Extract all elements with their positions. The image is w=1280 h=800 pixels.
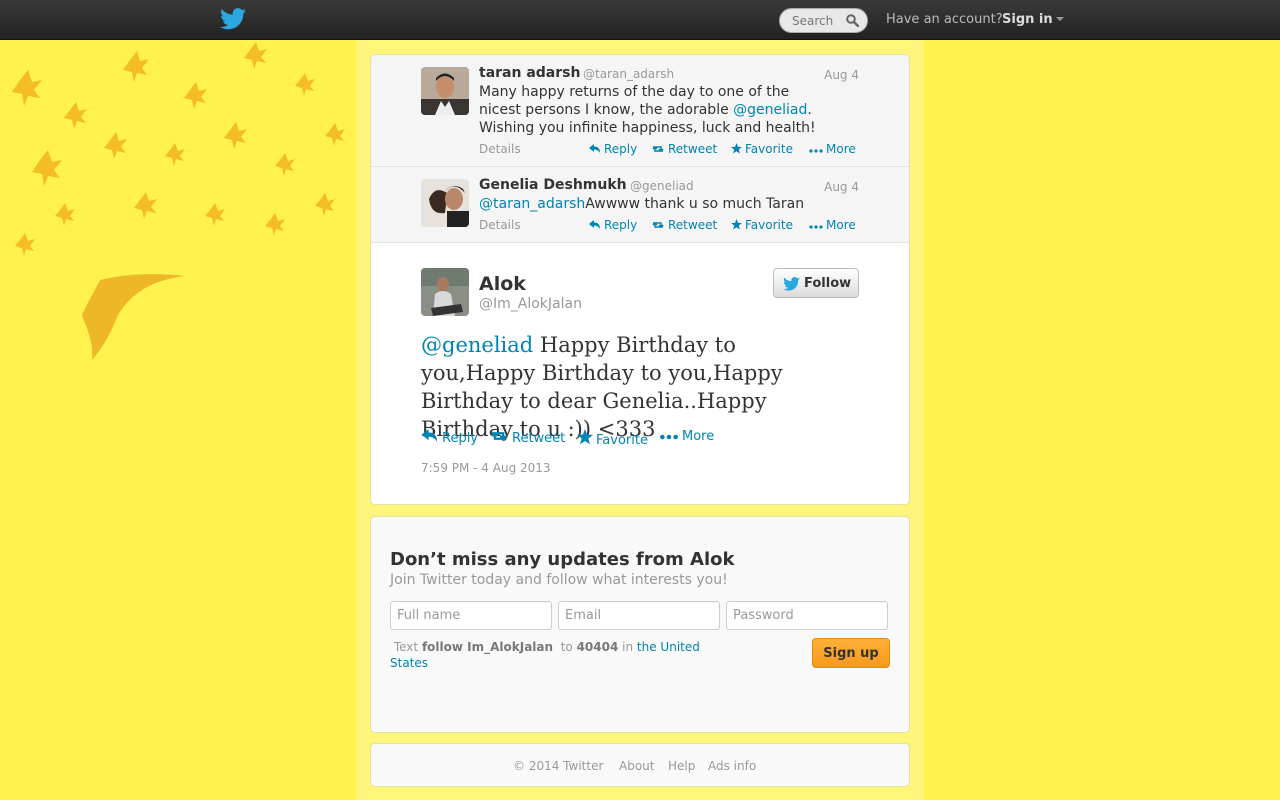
avatar-taran-adarsh[interactable] — [421, 67, 469, 115]
signup-subtitle: Join Twitter today and follow what inter… — [390, 572, 728, 588]
more-label: More — [826, 218, 856, 232]
favorite-button[interactable]: Favorite — [731, 218, 793, 232]
star-icon — [731, 143, 742, 154]
reply-icon — [589, 144, 600, 153]
footer-ads-info-link[interactable]: Ads info — [708, 759, 756, 773]
permalink-tweet: Alok @Im_AlokJalan Follow @geneliad Happ… — [371, 243, 909, 504]
sign-in-label: Sign in — [1002, 12, 1053, 27]
caret-down-icon — [1055, 17, 1064, 21]
reply-button[interactable]: Reply — [589, 142, 637, 156]
star-icon — [577, 429, 593, 445]
password-field[interactable]: Password — [726, 601, 888, 630]
tweet-text: Many happy returns of the day to one of … — [479, 83, 829, 137]
tweet-text: @taran_adarshAwwww thank u so much Taran — [479, 195, 879, 213]
reply-icon — [589, 220, 600, 229]
retweet-button[interactable]: Retweet — [651, 142, 717, 156]
more-button[interactable]: More — [809, 142, 856, 156]
more-label: More — [682, 429, 715, 444]
sms-follow-instructions: Text follow Im_AlokJalan to 40404 in the… — [390, 639, 720, 671]
retweet-icon — [652, 222, 664, 228]
tweet-text-part: Awwww thank u so much Taran — [585, 196, 805, 212]
avatar-genelia-deshmukh[interactable] — [421, 179, 469, 227]
reply-label: Reply — [604, 142, 638, 156]
tweet-conversation-panel: taran adarsh @taran_adarsh Aug 4 Many ha… — [370, 54, 910, 505]
favorite-button[interactable]: Favorite — [731, 142, 793, 156]
tweet-text: @geneliad Happy Birthday to you,Happy Bi… — [421, 331, 841, 443]
reply-label: Reply — [604, 218, 638, 232]
twitter-bird-icon — [783, 277, 800, 291]
more-button[interactable]: More — [659, 429, 714, 444]
details-link[interactable]: Details — [479, 218, 521, 232]
retweet-icon — [491, 432, 507, 440]
have-account-label: Have an account? — [886, 12, 1003, 27]
footer-copyright: © 2014 Twitter — [513, 759, 604, 773]
mention-link[interactable]: @geneliad — [421, 333, 533, 357]
search-icon[interactable] — [846, 14, 859, 27]
more-dots-icon — [809, 149, 823, 153]
conversation-tweet[interactable]: taran adarsh @taran_adarsh Aug 4 Many ha… — [371, 55, 909, 167]
follow-label: Follow — [804, 276, 852, 291]
mention-link[interactable]: @geneliad — [733, 102, 807, 118]
follow-button[interactable]: Follow — [773, 268, 859, 298]
favorite-label: Favorite — [745, 218, 793, 232]
tweet-author-name[interactable]: Alok — [479, 273, 526, 295]
tweet-author-name[interactable]: Genelia Deshmukh — [479, 177, 627, 193]
reply-label: Reply — [442, 431, 479, 446]
more-dots-icon — [660, 434, 678, 440]
retweet-label: Retweet — [668, 218, 718, 232]
retweet-label: Retweet — [512, 431, 566, 446]
conversation-tweet[interactable]: Genelia Deshmukh @geneliad Aug 4 @taran_… — [371, 167, 909, 243]
reply-button[interactable]: Reply — [589, 218, 637, 232]
retweet-icon — [652, 146, 664, 152]
tweet-author-handle[interactable]: @taran_adarsh — [583, 67, 674, 81]
tweet-date[interactable]: Aug 4 — [824, 180, 859, 194]
sms-in-label: in — [622, 640, 634, 654]
favorite-label: Favorite — [745, 142, 793, 156]
sign-in-dropdown[interactable]: Sign in — [1002, 12, 1064, 27]
twitter-bird-logo-icon[interactable] — [220, 8, 246, 30]
tweet-author-handle[interactable]: @geneliad — [630, 179, 694, 193]
tweet-timestamp[interactable]: 7:59 PM - 4 Aug 2013 — [421, 461, 551, 475]
retweet-label: Retweet — [668, 142, 718, 156]
details-link[interactable]: Details — [479, 142, 521, 156]
retweet-button[interactable]: Retweet — [651, 218, 717, 232]
tweet-author-handle[interactable]: @Im_AlokJalan — [479, 296, 582, 312]
favorite-label: Favorite — [596, 433, 648, 448]
footer-about-link[interactable]: About — [619, 759, 654, 773]
full-name-field[interactable]: Full name — [390, 601, 552, 630]
reply-icon — [421, 429, 437, 442]
top-navigation-bar: Search Have an account? Sign in — [0, 0, 1280, 40]
footer-help-link[interactable]: Help — [668, 759, 695, 773]
sign-up-button[interactable]: Sign up — [812, 638, 890, 668]
tweet-author-name[interactable]: taran adarsh — [479, 65, 580, 81]
sms-to-label: to — [560, 640, 573, 654]
footer: © 2014 Twitter About Help Ads info — [370, 743, 910, 787]
more-label: More — [826, 142, 856, 156]
more-button[interactable]: More — [809, 218, 856, 232]
avatar-alok[interactable] — [421, 268, 469, 316]
retweet-button[interactable]: Retweet — [489, 429, 565, 446]
favorite-button[interactable]: Favorite — [577, 429, 648, 448]
email-field[interactable]: Email — [558, 601, 720, 630]
reply-button[interactable]: Reply — [421, 429, 478, 446]
sms-command: follow Im_AlokJalan — [421, 640, 554, 654]
signup-panel: Don’t miss any updates from Alok Join Tw… — [370, 516, 910, 733]
star-icon — [731, 219, 742, 230]
mention-link[interactable]: @taran_adarsh — [479, 196, 585, 212]
search-placeholder: Search — [792, 14, 834, 28]
search-input[interactable]: Search — [779, 8, 868, 33]
more-dots-icon — [809, 225, 823, 229]
tweet-date[interactable]: Aug 4 — [824, 68, 859, 82]
sms-text-label: Text — [393, 640, 419, 654]
signup-title: Don’t miss any updates from Alok — [390, 549, 735, 570]
sms-number: 40404 — [576, 640, 619, 654]
